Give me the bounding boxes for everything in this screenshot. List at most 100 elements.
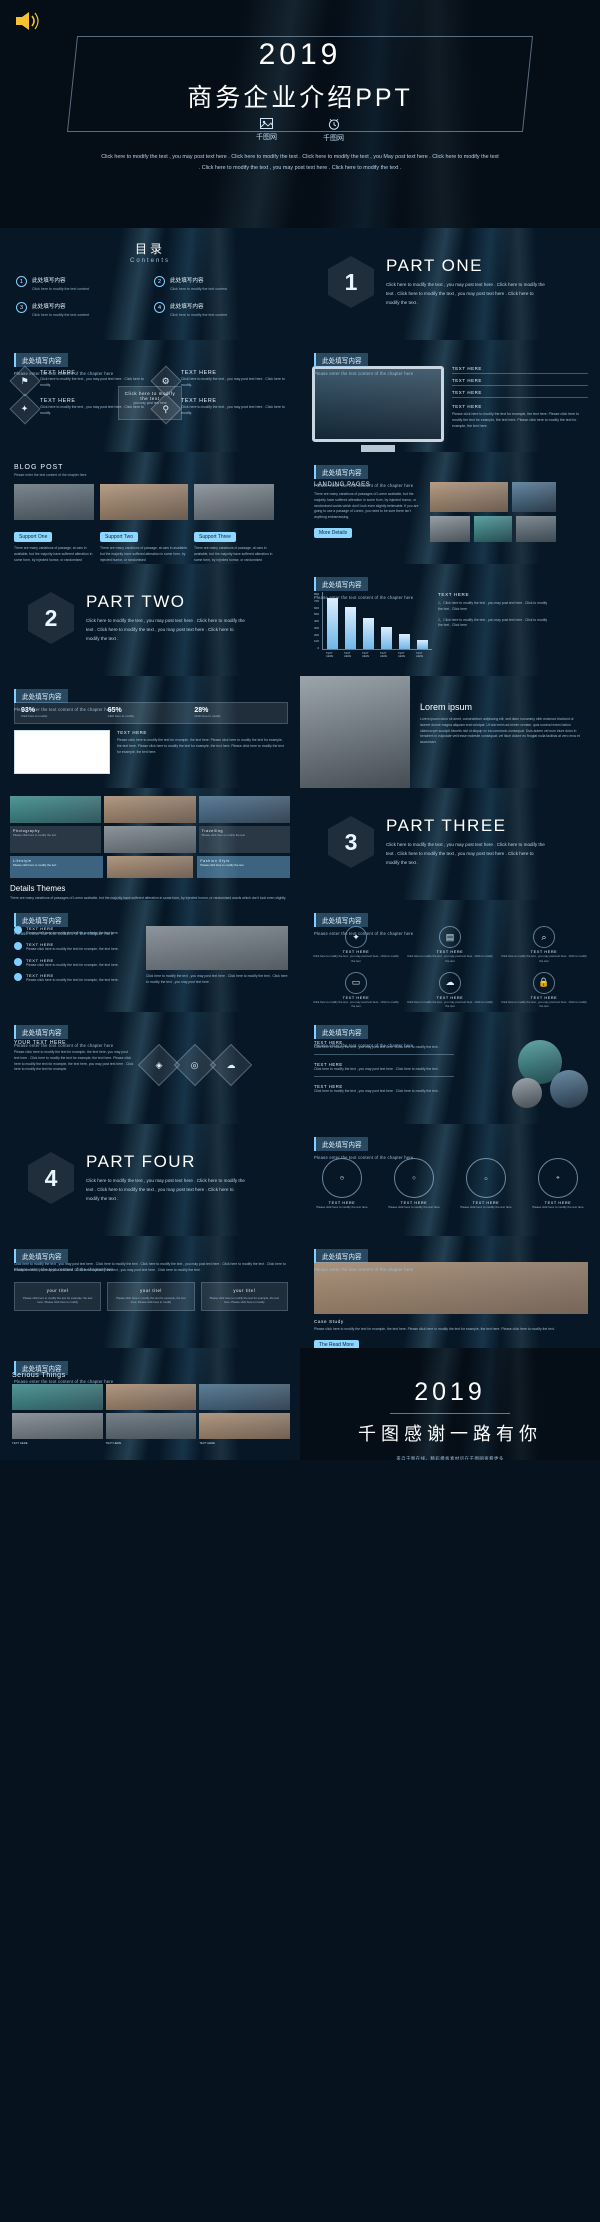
chart-icon: ▤	[439, 926, 461, 948]
icon-cell[interactable]: ▤ TEXT HERE Click here to modify the tex…	[406, 926, 494, 964]
part-title: PART ONE	[386, 256, 484, 276]
theme-image	[104, 796, 196, 823]
toc-item-label: 此处填写内容	[170, 304, 204, 311]
monitor-row: TEXT HERE	[452, 378, 588, 386]
slide-caption: 此处填写内容 Please enter the text content of …	[314, 1246, 413, 1272]
toc-item[interactable]: 1 此处填写内容 Click here to modify the text c…	[16, 276, 146, 292]
toc-item[interactable]: 4 此处填写内容 Click here to modify the text c…	[154, 302, 284, 318]
slide-row: Photography Please click here to modify …	[0, 788, 600, 900]
slide-caption: 此处填写内容 Please enter the text content of …	[314, 1022, 413, 1048]
slide-part-four: 4 PART FOUR Click here to modify the tex…	[0, 1124, 300, 1236]
slide-blog-post: BLOG POST Please enter the text content …	[0, 452, 300, 564]
percent-box-title: TEXT HERE	[117, 730, 147, 736]
part-title: PART THREE	[386, 816, 507, 836]
slide-caption: 此处填写内容 Please enter the text content of …	[14, 1246, 113, 1272]
caption-sub: Please enter the text content of the cha…	[14, 1043, 114, 1048]
slide-bar-chart: 此处填写内容 Please enter the text content of …	[300, 564, 600, 676]
cover-meta-item: 千图网	[323, 118, 344, 143]
list-item[interactable]: TEXT HERE Please click here to modify th…	[14, 941, 138, 953]
list-item[interactable]: TEXT HERE Please click here to modify th…	[14, 973, 138, 984]
monitor-stand	[361, 445, 395, 452]
slide-circles: 此处填写内容 Please enter the text content of …	[300, 1124, 600, 1236]
blog-image	[194, 484, 274, 520]
more-details-button[interactable]: More Details	[314, 527, 353, 538]
center-callout-desc: you may post text here	[133, 401, 167, 405]
caption-sub: Please enter the text content of the cha…	[314, 595, 414, 600]
white-placeholder-box	[14, 730, 110, 775]
slide-caption: 此处填写内容 Please enter the text content of …	[314, 462, 413, 488]
icon-cell[interactable]: ▭ TEXT HERE Click here to modify the tex…	[312, 971, 400, 1010]
card[interactable]: your titel Please click here to modify t…	[14, 1281, 102, 1312]
slide-row: 4 PART FOUR Click here to modify the tex…	[0, 1124, 600, 1236]
card[interactable]: your titel Please click here to modify t…	[200, 1281, 288, 1312]
slide-team: 此处填写内容 Please enter the text content of …	[300, 1236, 600, 1348]
caption-title: 此处填写内容	[314, 353, 368, 367]
toc-number: 2	[154, 276, 165, 287]
slide-details-themes: Photography Please click here to modify …	[0, 788, 300, 900]
part-number: 2	[28, 592, 74, 644]
theme-image	[198, 796, 290, 823]
caption-title: 此处填写内容	[314, 577, 368, 591]
cover-meta-label: 千图网	[256, 134, 277, 141]
landing-image	[512, 482, 556, 512]
divider	[390, 1413, 510, 1414]
bar-chart-plot	[322, 592, 433, 650]
part-title: PART FOUR	[86, 1152, 196, 1172]
landing-image	[474, 516, 512, 542]
slide-caption: 此处填写内容 Please enter the text content of …	[14, 1358, 113, 1384]
cover-year: 2019	[258, 38, 342, 71]
slide-percent: 此处填写内容 Please enter the text content of …	[0, 676, 300, 788]
lorem-title: Lorem ipsum	[420, 702, 473, 712]
photo-list-item: TEXT HERE Click here to modify the text …	[314, 1083, 440, 1093]
cover-body-text: Click here to modify the text , you may …	[101, 154, 499, 171]
bulb-icon: ✦	[9, 393, 41, 425]
slide-row: 2 PART TWO Click here to modify the text…	[0, 564, 600, 676]
gallery-tag: TEXT HERE	[12, 1441, 28, 1445]
icon-cell[interactable]: ☁ TEXT HERE Click here to modify the tex…	[406, 971, 494, 1010]
chart-note-title: TEXT HERE	[438, 592, 470, 597]
circle-item[interactable]: ☺ TEXT HERE Please click here to modify …	[456, 1158, 516, 1210]
percent-box-body: Please click here to modify the text for…	[117, 738, 284, 754]
list-item[interactable]: TEXT HERE Please click here to modify th…	[14, 957, 138, 969]
circle-item[interactable]: ◷ TEXT HERE Please click here to modify …	[312, 1158, 372, 1210]
caption-sub: Please enter the text content of the cha…	[14, 1267, 114, 1272]
gallery-image	[105, 1384, 197, 1410]
slide-photo-list: 此处填写内容 Please enter the text content of …	[300, 1012, 600, 1124]
slide-caption: 此处填写内容 Please enter the text content of …	[14, 910, 113, 936]
card[interactable]: your titel Please click here to modify t…	[107, 1281, 195, 1312]
slide-part-three: 3 PART THREE Click here to modify the te…	[300, 788, 600, 900]
toc-item-label: 此处填写内容	[32, 278, 66, 284]
caption-title: 此处填写内容	[14, 1361, 68, 1375]
cloud-icon[interactable]: ☁	[209, 1043, 253, 1087]
toc-item[interactable]: 3 此处填写内容 Click here to modify the text c…	[16, 302, 146, 318]
toc-number: 4	[154, 302, 165, 314]
monitor-mockup	[312, 366, 444, 452]
circle-item[interactable]: ◇ TEXT HERE Please click here to modify …	[384, 1158, 444, 1210]
thanks-year: 2019	[414, 1378, 486, 1406]
caption-title: 此处填写内容	[314, 465, 368, 479]
blog-card-title: Support Three	[194, 532, 236, 542]
thanks-footer: 来自千图在线，精彩模板素材尽在千图网查看更多	[396, 1456, 504, 1460]
caption-sub: Please enter the text content of the cha…	[14, 931, 114, 936]
icon-cell[interactable]: 🔒 TEXT HERE Click here to modify the tex…	[500, 971, 588, 1010]
circle-item[interactable]: ✈ TEXT HERE Please click here to modify …	[528, 1158, 588, 1210]
toc-item[interactable]: 2 此处填写内容 Click here to modify the text c…	[154, 276, 284, 292]
slide-six-icons: 此处填写内容 Please enter the text content of …	[300, 900, 600, 1012]
read-more-button[interactable]: The Read More	[314, 1339, 359, 1348]
bar	[399, 634, 411, 649]
blog-card-body: There are many variations of passage, at…	[100, 546, 188, 562]
icon-cell[interactable]: ⌕ TEXT HERE Click here to modify the tex…	[500, 926, 588, 964]
icon-item-desc: Click here to modify the text , you may …	[181, 405, 285, 416]
caption-sub: Please enter the text content of the cha…	[14, 1379, 114, 1384]
toc-item-label: 此处填写内容	[170, 278, 204, 284]
cover-meta-item: 千图网	[256, 118, 277, 143]
theme-card: Photography Please click here to modify …	[10, 826, 102, 853]
cover-meta: 千图网 千图网	[0, 118, 600, 143]
toc-item-desc: Click here to modify the text content	[170, 313, 228, 318]
slide-part-one: 1 PART ONE Click here to modify the text…	[300, 228, 600, 340]
part-number: 4	[28, 1152, 74, 1204]
caption-title: 此处填写内容	[14, 353, 68, 367]
blog-image	[14, 484, 94, 520]
monitor-row: TEXT HERE	[452, 390, 588, 398]
caption-title: 此处填写内容	[14, 1025, 68, 1039]
